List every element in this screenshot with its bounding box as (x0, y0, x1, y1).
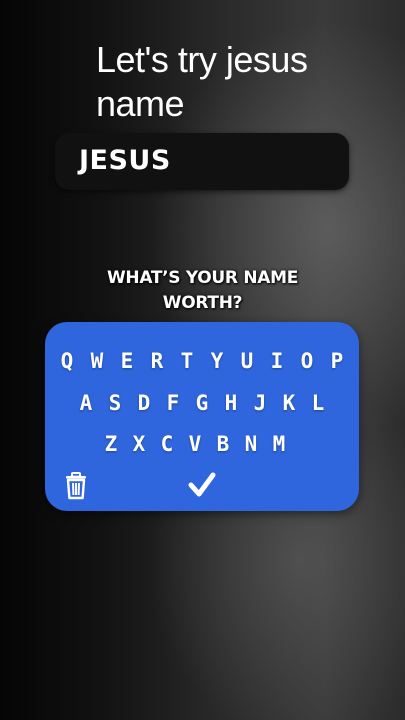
letter-keyboard: Q W E R T Y U I O P A S D F G H J K L Z … (45, 322, 359, 511)
key-p[interactable]: P (322, 347, 352, 375)
keyboard-row-2: A S D F G H J K L (45, 389, 359, 417)
key-o[interactable]: O (292, 347, 322, 375)
key-d[interactable]: D (130, 389, 159, 417)
prompt-heading: WHAT’S YOUR NAME WORTH? (60, 266, 345, 316)
delete-button[interactable] (63, 472, 89, 500)
keyboard-row-3: Z X C V B N M (45, 430, 345, 458)
key-x[interactable]: X (125, 430, 153, 458)
confirm-button[interactable] (187, 470, 217, 500)
key-n[interactable]: N (237, 430, 265, 458)
key-u[interactable]: U (232, 347, 262, 375)
trash-icon (66, 472, 86, 500)
name-value: JESUS (79, 145, 171, 176)
key-h[interactable]: H (217, 389, 246, 417)
key-z[interactable]: Z (97, 430, 125, 458)
keyboard-row-1: Q W E R T Y U I O P (45, 347, 359, 375)
key-e[interactable]: E (112, 347, 142, 375)
key-y[interactable]: Y (202, 347, 232, 375)
key-c[interactable]: C (153, 430, 181, 458)
key-i[interactable]: I (262, 347, 292, 375)
caption-text: Let's try jesus name (96, 39, 308, 124)
name-display-field: JESUS (55, 133, 349, 190)
key-l[interactable]: L (304, 389, 333, 417)
key-q[interactable]: Q (52, 347, 82, 375)
checkmark-icon (188, 472, 216, 497)
key-w[interactable]: W (82, 347, 112, 375)
key-k[interactable]: K (275, 389, 304, 417)
prompt-line-2: WORTH? (162, 293, 243, 313)
key-r[interactable]: R (142, 347, 172, 375)
key-b[interactable]: B (209, 430, 237, 458)
key-t[interactable]: T (172, 347, 202, 375)
key-g[interactable]: G (188, 389, 217, 417)
prompt-line-1: WHAT’S YOUR NAME (106, 268, 299, 288)
key-f[interactable]: F (159, 389, 188, 417)
key-v[interactable]: V (181, 430, 209, 458)
key-j[interactable]: J (246, 389, 275, 417)
key-a[interactable]: A (72, 389, 101, 417)
key-s[interactable]: S (101, 389, 130, 417)
key-m[interactable]: M (265, 430, 293, 458)
